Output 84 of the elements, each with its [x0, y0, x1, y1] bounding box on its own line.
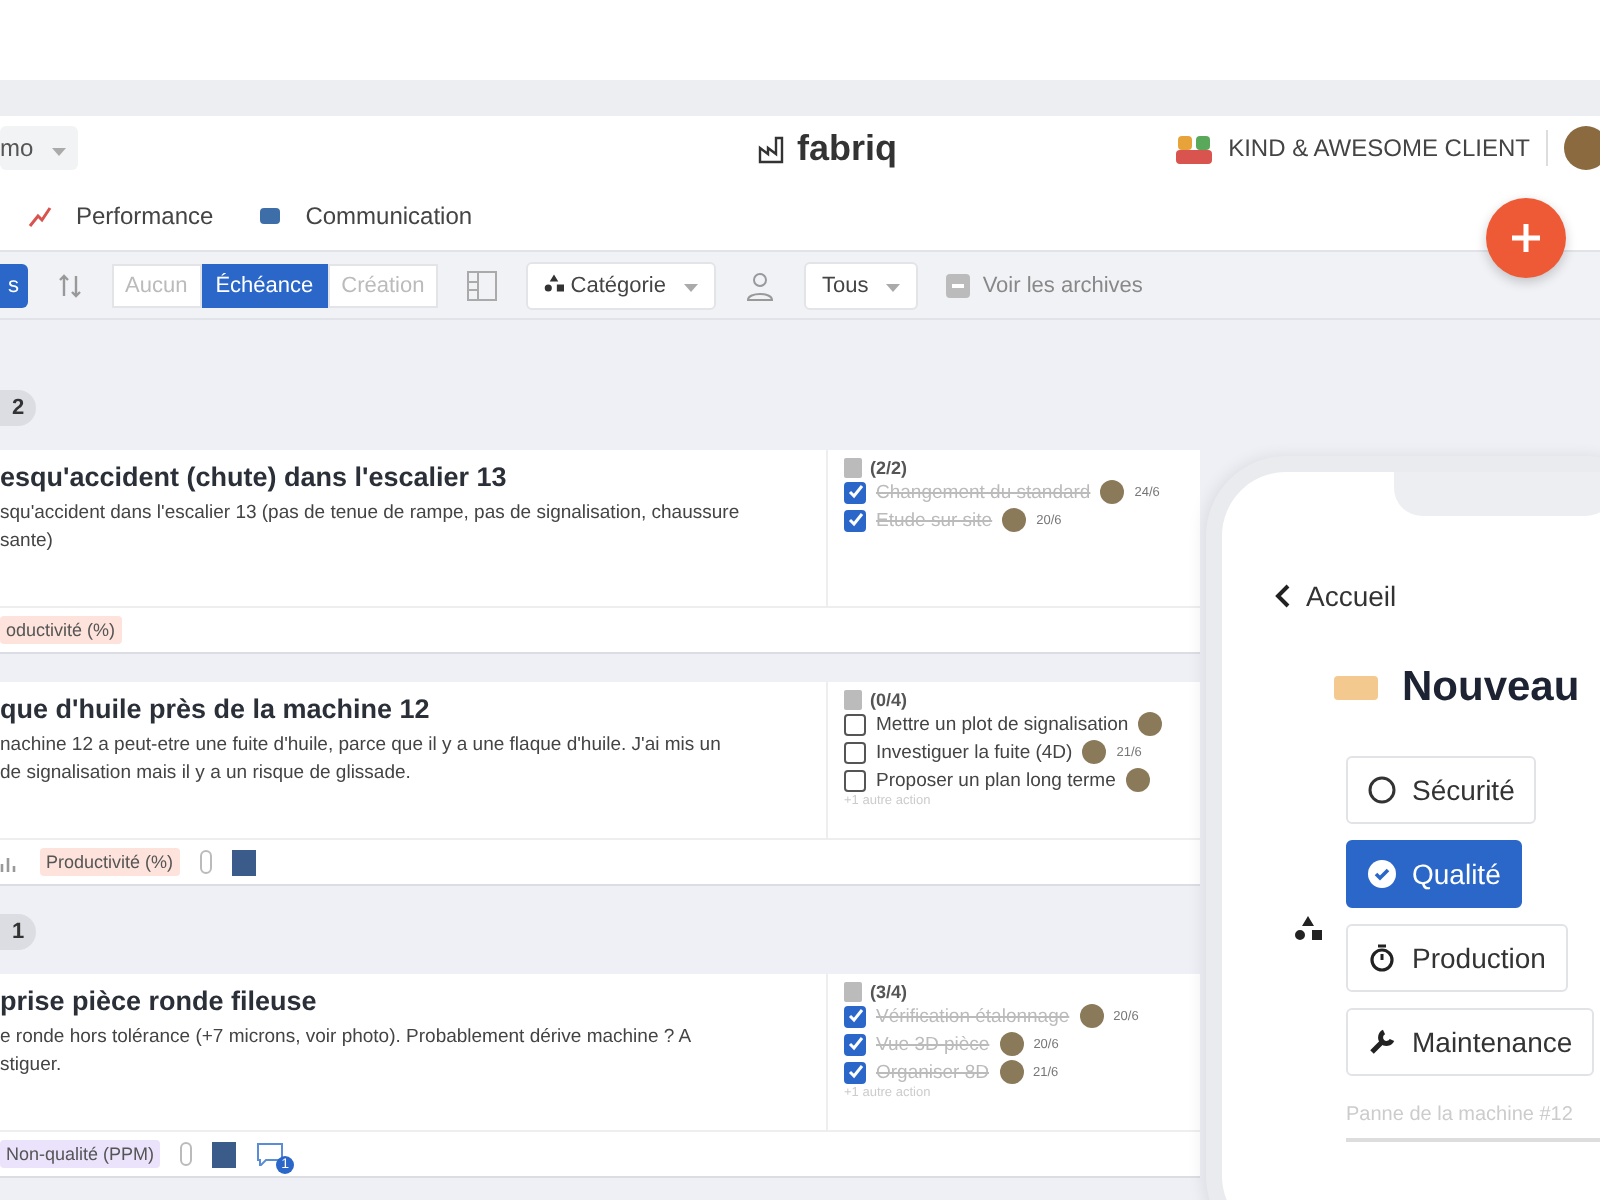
card-description: squ'accident dans l'escalier 13 (pas de tenue de rampe, pas de signalisation, chaussure: [0, 500, 742, 528]
comment-icon: [256, 1142, 285, 1166]
action-label: Vérification étalonnage: [876, 1005, 1070, 1027]
card-description: stiguer.: [0, 1052, 64, 1080]
paperclip-icon: [199, 850, 212, 874]
category-option[interactable]: Production: [1346, 924, 1568, 992]
circle-icon: [1368, 776, 1396, 804]
wrench-icon: [1368, 1028, 1396, 1056]
card-description: sante): [0, 528, 55, 556]
avatar: [1100, 480, 1125, 504]
category-tag: oductivité (%): [0, 616, 122, 644]
sort-option[interactable]: Échéance: [201, 263, 328, 307]
checkbox[interactable]: [844, 713, 866, 735]
category-tag: Non-qualité (PPM): [0, 1140, 161, 1168]
card-description: nachine 12 a peut-etre une fuite d'huile, parce que il y a une flaque d'huile. J'ai mis un: [0, 732, 723, 760]
nav-tab[interactable]: Performance: [28, 201, 214, 229]
shapes-icon: [544, 273, 565, 291]
plus-icon: [1508, 220, 1544, 256]
people-dropdown[interactable]: Tous: [804, 261, 919, 309]
caret-icon: [52, 148, 67, 156]
action-label: Organiser 8D: [876, 1061, 989, 1083]
bar-chart-icon: [0, 853, 20, 871]
avatar: [1079, 1004, 1104, 1028]
category-dropdown[interactable]: Catégorie: [526, 261, 717, 309]
avatar: [999, 1060, 1023, 1084]
action-label: Changement du standard: [876, 481, 1091, 503]
sort-icon: [55, 271, 83, 299]
action-label: Etude sur site: [876, 509, 993, 531]
action-label: Proposer un plan long terme: [876, 769, 1116, 791]
clipboard-icon: [844, 982, 862, 1002]
client-name: KIND & AWESOME CLIENT: [1228, 134, 1530, 162]
category-option[interactable]: Qualité: [1346, 840, 1523, 908]
layout-icon: [466, 269, 499, 301]
category-option[interactable]: Sécurité: [1346, 756, 1537, 824]
checkbox[interactable]: [844, 741, 866, 763]
back-link[interactable]: Accueil: [1274, 580, 1397, 612]
checkbox[interactable]: [844, 1005, 866, 1027]
checkbox[interactable]: [844, 769, 866, 791]
clipboard-icon: [844, 458, 862, 478]
avatar: [1002, 508, 1027, 532]
issue-card[interactable]: [0, 450, 1200, 654]
card-title: esqu'accident (chute) dans l'escalier 13: [0, 462, 509, 492]
filter-button[interactable]: s: [0, 263, 27, 307]
paperclip-icon: [180, 1142, 193, 1166]
card-description: e ronde hors tolérance (+7 microns, voir photo). Probablement dérive machine ? A: [0, 1024, 694, 1052]
logo-text: fabriq: [797, 127, 898, 169]
group-count-badge: 2: [0, 390, 36, 426]
nav-tab[interactable]: Communication: [257, 201, 473, 229]
action-label: Mettre un plot de signalisation: [876, 713, 1129, 735]
avatar: [1125, 768, 1150, 792]
category-tag: Productivité (%): [40, 848, 180, 876]
issue-card[interactable]: [0, 974, 1200, 1178]
clipboard-icon: [844, 690, 862, 710]
avatar: [1138, 712, 1163, 736]
issue-card[interactable]: [0, 682, 1200, 886]
photo-placeholder: [212, 1141, 237, 1167]
caret-icon: [684, 283, 699, 291]
card-title: que d'huile près de la machine 12: [0, 694, 432, 724]
checkbox[interactable]: [844, 481, 866, 503]
screen-title: Nouveau: [1402, 664, 1580, 712]
chart-icon: [28, 203, 52, 227]
progress-count: (3/4): [870, 982, 908, 1002]
workspace-dropdown[interactable]: mo: [0, 126, 79, 170]
checkbox[interactable]: [844, 1061, 866, 1083]
action-label: Investiguer la fuite (4D): [876, 741, 1073, 763]
action-label: Vue 3D pièce: [876, 1033, 990, 1055]
category-option[interactable]: Maintenance: [1346, 1008, 1595, 1076]
photo-placeholder: [231, 849, 256, 875]
progress-count: (0/4): [870, 690, 908, 710]
stopwatch-icon: [1368, 944, 1396, 972]
check-circle-icon: [1368, 860, 1396, 888]
card-description: de signalisation mais il y a un risque de glissade.: [0, 760, 413, 788]
progress-count: (2/2): [870, 458, 908, 478]
checkbox[interactable]: [844, 509, 866, 531]
group-count-badge: 1: [0, 914, 36, 950]
shapes-icon: [1294, 916, 1322, 940]
checkbox[interactable]: [844, 1033, 866, 1055]
caret-icon: [886, 283, 901, 291]
avatar: [999, 1032, 1024, 1056]
card-title: prise pièce ronde fileuse: [0, 986, 319, 1016]
person-icon: [744, 269, 777, 301]
avatar[interactable]: [1563, 126, 1600, 170]
chevron-left-icon: [1274, 584, 1290, 608]
avatar: [1082, 740, 1107, 764]
